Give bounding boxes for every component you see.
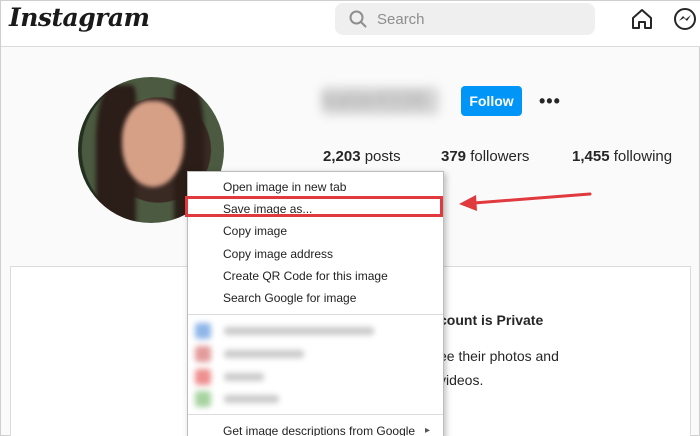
more-options-button[interactable]: ••• <box>539 91 561 112</box>
menu-separator <box>188 414 443 415</box>
menu-create-qr-code[interactable]: Create QR Code for this image <box>188 265 443 287</box>
menu-copy-image-address[interactable]: Copy image address <box>188 243 443 265</box>
private-message-line2: videos. <box>439 372 484 388</box>
followers-stat[interactable]: 379 followers <box>441 148 529 165</box>
profile-username: katie4336 <box>321 87 439 115</box>
menu-search-google-image[interactable]: Search Google for image <box>188 287 443 309</box>
follow-button[interactable]: Follow <box>461 86 522 116</box>
blurred-extension-item[interactable] <box>192 344 439 364</box>
menu-get-image-descriptions[interactable]: Get image descriptions from Google ▸ <box>188 420 443 436</box>
menu-get-image-descriptions-label: Get image descriptions from Google <box>223 424 416 436</box>
red-arrow-annotation <box>459 192 592 211</box>
save-image-highlight-box <box>185 196 443 217</box>
menu-copy-image[interactable]: Copy image <box>188 220 443 242</box>
submenu-chevron-icon: ▸ <box>425 425 431 436</box>
private-message-line1: ee their photos and <box>439 348 559 364</box>
menu-open-image-new-tab[interactable]: Open image in new tab <box>188 176 443 198</box>
following-stat[interactable]: 1,455 following <box>572 148 672 165</box>
blurred-extension-item[interactable] <box>192 389 439 409</box>
instagram-logo[interactable]: Instagram <box>9 3 150 32</box>
search-placeholder: Search <box>377 10 425 28</box>
blurred-extension-item[interactable] <box>192 367 439 387</box>
search-icon <box>349 10 367 28</box>
private-title: count is Private <box>439 312 544 328</box>
menu-separator <box>188 314 443 315</box>
blurred-extension-item[interactable] <box>192 321 439 341</box>
messenger-icon[interactable] <box>673 7 697 31</box>
search-box[interactable]: Search <box>335 3 595 35</box>
home-icon[interactable] <box>630 7 654 31</box>
top-navbar: Instagram Search <box>1 1 700 47</box>
posts-stat: 2,203 posts <box>323 148 401 165</box>
